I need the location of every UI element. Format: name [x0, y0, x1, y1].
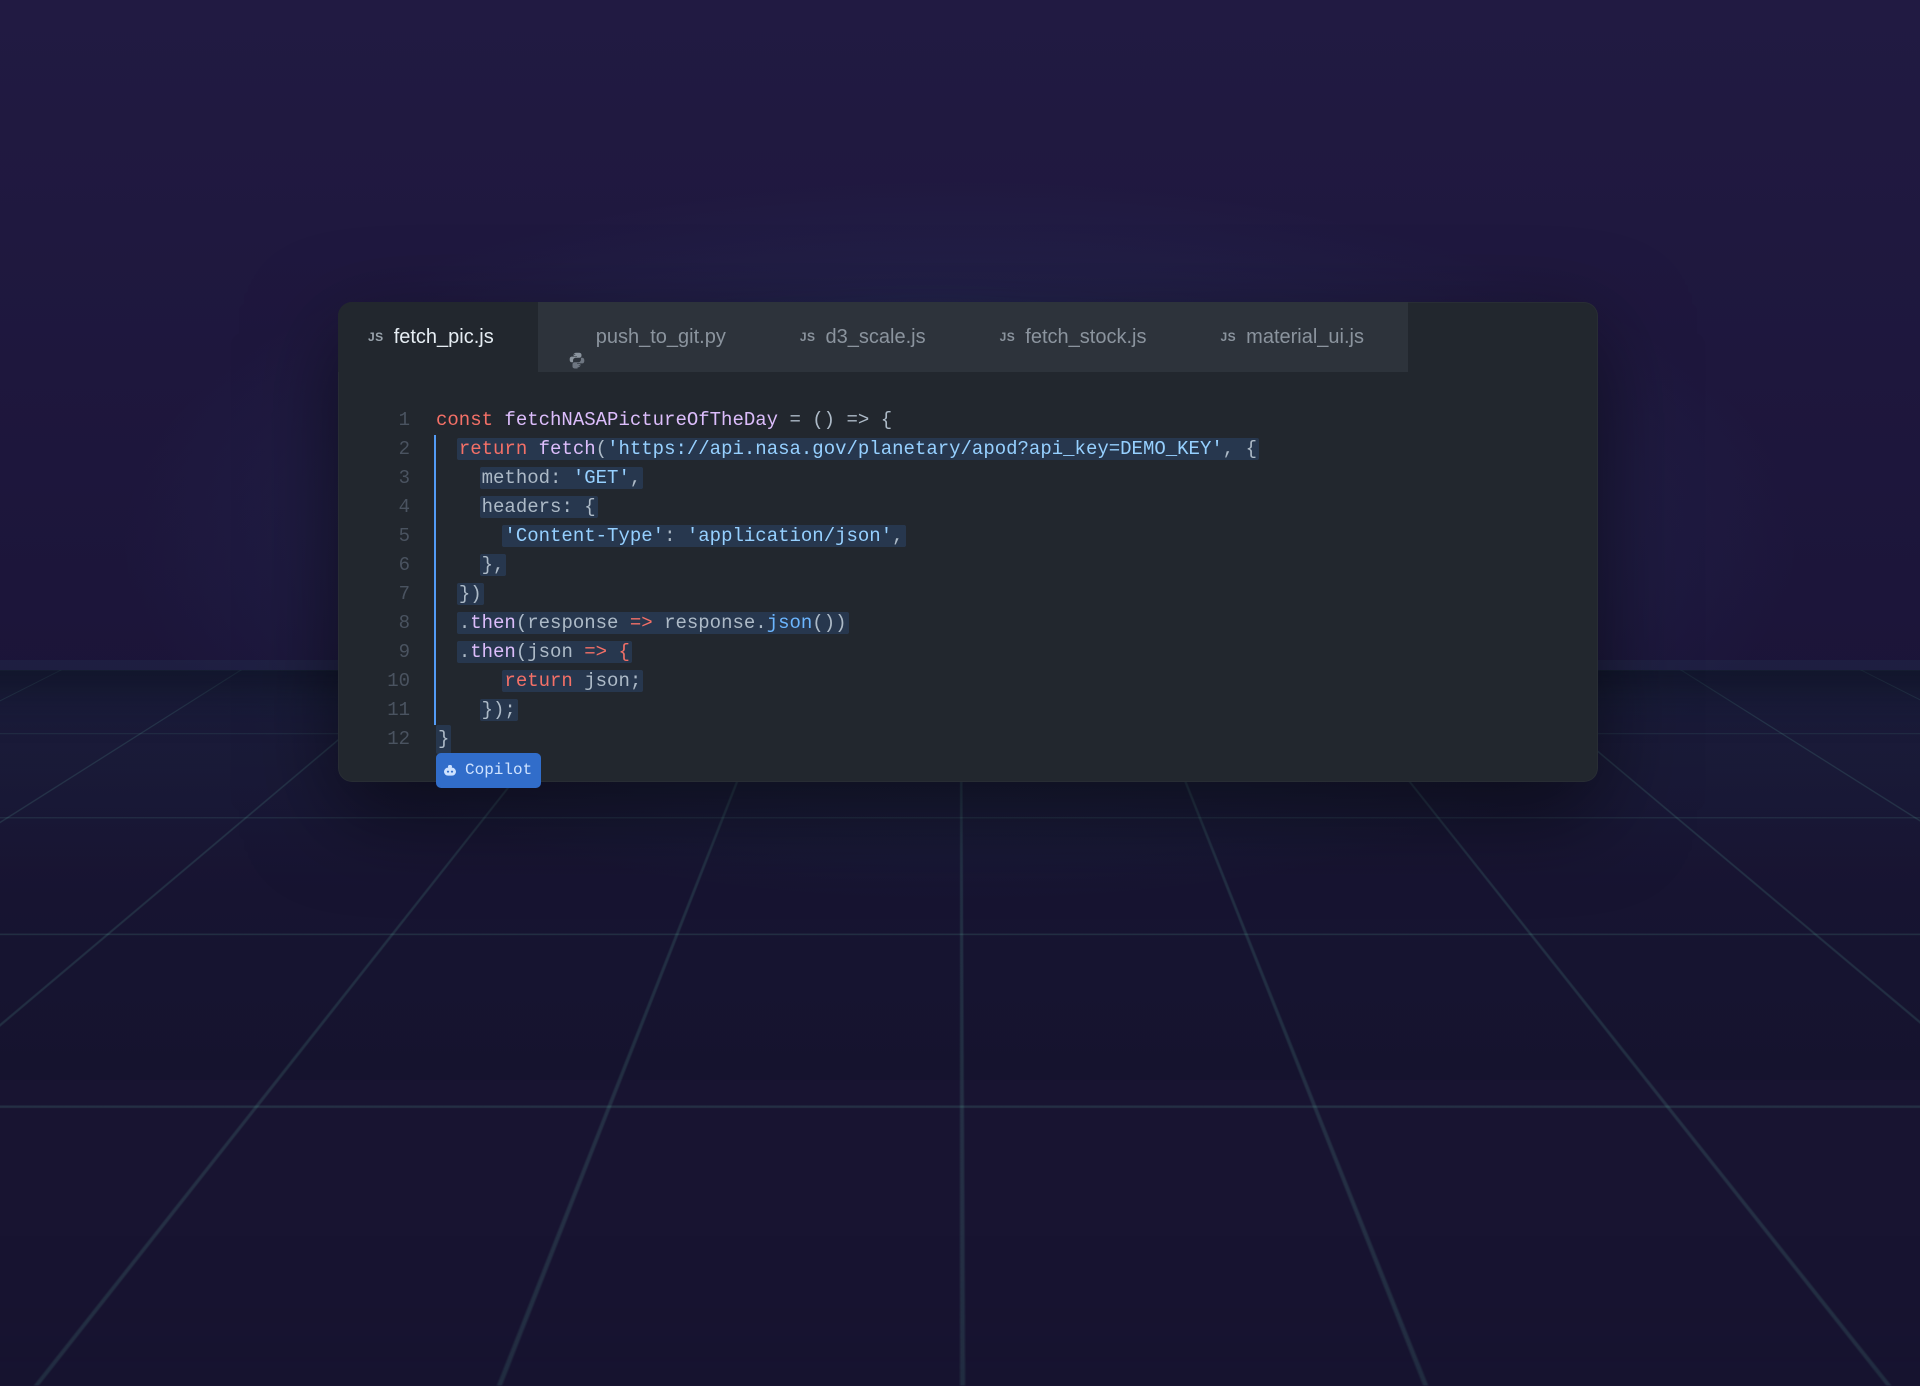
tab-push-to-git[interactable]: push_to_git.py: [538, 302, 770, 372]
tab-label: fetch_stock.js: [1025, 302, 1146, 372]
copilot-icon: [442, 763, 458, 779]
code-line: 9 .then(json => {: [366, 638, 1570, 667]
tab-material-ui[interactable]: JS material_ui.js: [1190, 302, 1408, 372]
tab-d3-scale[interactable]: JS d3_scale.js: [770, 302, 970, 372]
line-number: 6: [366, 551, 436, 580]
tab-label: d3_scale.js: [826, 302, 926, 372]
line-number: 11: [366, 696, 436, 725]
line-number: 3: [366, 464, 436, 493]
editor-window: JS fetch_pic.js push_to_git.py JS d3_sca…: [338, 302, 1598, 782]
code-line: 8 .then(response => response.json()): [366, 609, 1570, 638]
code-area[interactable]: 1 const fetchNASAPictureOfTheDay = () =>…: [338, 372, 1598, 782]
python-icon: [568, 328, 586, 346]
code-line: 6 },: [366, 551, 1570, 580]
code-line: 2 return fetch('https://api.nasa.gov/pla…: [366, 435, 1570, 464]
line-number: 4: [366, 493, 436, 522]
code-line: 3 method: 'GET',: [366, 464, 1570, 493]
line-number: 7: [366, 580, 436, 609]
copilot-suggestion-chip[interactable]: Copilot: [436, 753, 541, 788]
tab-fetch-stock[interactable]: JS fetch_stock.js: [970, 302, 1191, 372]
js-icon: JS: [368, 302, 384, 372]
code-line: 12 }: [366, 725, 1570, 754]
line-number: 1: [366, 406, 436, 435]
line-number: 5: [366, 522, 436, 551]
js-icon: JS: [1220, 302, 1236, 372]
line-number: 12: [366, 725, 436, 754]
tab-fetch-pic[interactable]: JS fetch_pic.js: [338, 302, 538, 372]
js-icon: JS: [800, 302, 816, 372]
copilot-chip-label: Copilot: [465, 756, 532, 785]
line-number: 10: [366, 667, 436, 696]
code-line: 1 const fetchNASAPictureOfTheDay = () =>…: [366, 406, 1570, 435]
tab-label: push_to_git.py: [596, 302, 726, 372]
code-line: 10 return json;: [366, 667, 1570, 696]
code-line: 11 });: [366, 696, 1570, 725]
line-number: 9: [366, 638, 436, 667]
tab-label: fetch_pic.js: [394, 302, 494, 372]
code-line: 4 headers: {: [366, 493, 1570, 522]
code-line: 7 }): [366, 580, 1570, 609]
line-number: 2: [366, 435, 436, 464]
tab-bar: JS fetch_pic.js push_to_git.py JS d3_sca…: [338, 302, 1598, 372]
code-line: 5 'Content-Type': 'application/json',: [366, 522, 1570, 551]
tab-label: material_ui.js: [1246, 302, 1364, 372]
js-icon: JS: [1000, 302, 1016, 372]
line-number: 8: [366, 609, 436, 638]
